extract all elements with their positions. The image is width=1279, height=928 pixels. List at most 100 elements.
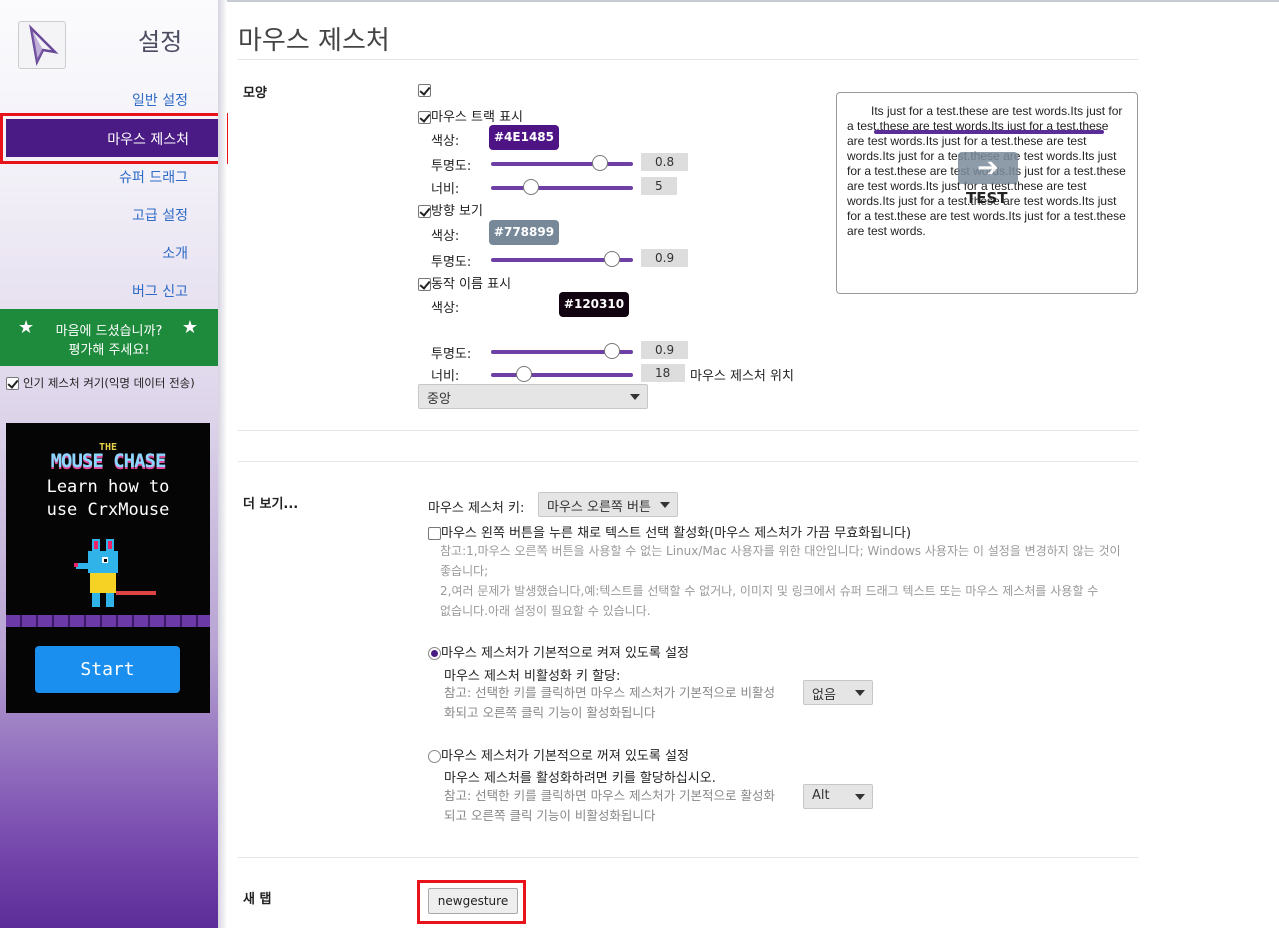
nav-super-drag[interactable]: 슈퍼 드래그: [119, 167, 188, 187]
left-select-checkbox[interactable]: [428, 527, 441, 540]
action-opacity-value: 0.9: [641, 341, 688, 359]
chevron-down-icon: [855, 794, 865, 800]
popular-gesture-toggle[interactable]: 인기 제스처 켜기(익명 데이터 전송): [6, 375, 195, 391]
action-width-value: 18: [641, 364, 685, 382]
mouse-character-icon: [74, 539, 156, 607]
direction-opacity-label: 투명도:: [431, 255, 472, 270]
action-color-picker[interactable]: #120310: [559, 292, 629, 317]
enable-key-note: 참고: 선택한 키를 클릭하면 마우스 제스처가 기본적으로 활성화 되고 오른…: [444, 786, 775, 826]
divider: [238, 461, 1138, 462]
note-line: 참고: 선택한 키를 클릭하면 마우스 제스처가 기본적으로 활성화: [444, 788, 776, 803]
appearance-enable-checkbox[interactable]: [418, 84, 431, 97]
default-on-radio[interactable]: [428, 647, 441, 660]
trail-width-knob[interactable]: [522, 179, 539, 195]
enable-key-select[interactable]: Alt: [803, 784, 873, 809]
action-name-checkbox[interactable]: [418, 278, 431, 291]
note-line: 화되고 오른쪽 클릭 기능이 활성화됩니다: [444, 705, 656, 720]
gesture-preview: Its just for a test.these are test words…: [836, 92, 1138, 294]
trail-width-label: 너비:: [431, 182, 460, 197]
section-more: 더 보기...: [243, 497, 299, 512]
cursor-logo-icon: [29, 24, 59, 66]
trail-width-value: 5: [641, 177, 677, 195]
ad-title: MOUSE CHASE: [50, 450, 167, 472]
note-line: 없습니다.아래 설정이 필요할 수 있습니다.: [440, 604, 651, 618]
gesture-position-select[interactable]: 중앙: [418, 384, 648, 409]
disable-key-select[interactable]: 없음: [803, 680, 873, 705]
trail-color-label: 색상:: [431, 134, 460, 149]
rate-line1: 마음에 드셨습니까?: [55, 324, 163, 339]
nav-advanced[interactable]: 고급 설정: [132, 205, 188, 225]
divider: [238, 430, 1138, 431]
nav-mouse-gesture[interactable]: 마우스 제스처: [6, 119, 219, 157]
default-on-label: 마우스 제스처가 기본적으로 켜져 있도록 설정: [441, 646, 689, 661]
action-name-toggle[interactable]: 동작 이름 표시: [418, 273, 511, 292]
action-width-slider[interactable]: [491, 366, 633, 382]
disable-key-label: 마우스 제스처 비활성화 키 할당:: [444, 669, 621, 684]
direction-label: 방향 보기: [431, 204, 483, 219]
trail-opacity-slider[interactable]: [491, 155, 633, 171]
app-logo: [18, 21, 66, 69]
newgesture-button[interactable]: newgesture: [428, 888, 518, 914]
gesture-key-label: 마우스 제스처 키:: [428, 501, 525, 516]
ad-start-button[interactable]: Start: [35, 646, 180, 693]
direction-color-label: 색상:: [431, 229, 460, 244]
chevron-down-icon: [630, 394, 640, 400]
arrow-right-icon: ➔: [958, 152, 1018, 184]
direction-opacity-slider[interactable]: [491, 251, 633, 267]
section-new-tab: 새 탭: [243, 892, 272, 907]
sidebar-shadow: [218, 0, 227, 928]
default-off-radio[interactable]: [428, 750, 441, 763]
divider: [238, 59, 1138, 60]
action-opacity-slider[interactable]: [491, 343, 633, 359]
popular-gesture-checkbox[interactable]: [6, 376, 19, 390]
direction-opacity-value: 0.9: [641, 249, 688, 267]
page-title: 마우스 제스처: [238, 26, 390, 56]
enable-key-value: Alt: [812, 788, 830, 803]
ad-tagline: Learn how to use CrxMouse: [6, 476, 210, 522]
trail-label: 마우스 트랙 표시: [431, 110, 523, 125]
enable-key-label: 마우스 제스처를 활성화하려면 키를 할당하십시오.: [444, 771, 716, 786]
rate-line2: 평가해 주세요!: [68, 343, 150, 358]
action-opacity-label: 투명도:: [431, 347, 472, 362]
default-off-label: 마우스 제스처가 기본적으로 꺼져 있도록 설정: [441, 749, 689, 764]
trail-color-picker[interactable]: #4E1485: [489, 125, 559, 150]
gesture-key-select[interactable]: 마우스 오른쪽 버튼: [538, 492, 678, 517]
left-select-label: 마우스 왼쪽 버튼을 누른 채로 텍스트 선택 활성화(마우스 제스처가 가끔 …: [441, 526, 912, 541]
direction-checkbox[interactable]: [418, 205, 431, 218]
direction-opacity-knob[interactable]: [604, 251, 621, 267]
nav-bug-report[interactable]: 버그 신고: [132, 281, 188, 301]
trail-toggle[interactable]: 마우스 트랙 표시: [418, 106, 523, 125]
gesture-key-value: 마우스 오른쪽 버튼: [547, 500, 651, 515]
trail-opacity-value: 0.8: [641, 153, 688, 171]
action-opacity-knob[interactable]: [604, 343, 621, 359]
sidebar: 설정 일반 설정 마우스 제스처 슈퍼 드래그 고급 설정 소개 버그 신고 ★…: [0, 0, 228, 928]
chevron-down-icon: [855, 690, 865, 696]
default-off-option[interactable]: 마우스 제스처가 기본적으로 꺼져 있도록 설정: [428, 745, 689, 764]
gesture-position-label: 마우스 제스처 위치: [690, 369, 794, 384]
divider: [238, 857, 1138, 858]
action-name-label: 동작 이름 표시: [431, 277, 512, 292]
mouse-chase-ad[interactable]: THE MOUSE CHASE Learn how to use CrxMous…: [6, 423, 210, 713]
action-width-knob[interactable]: [516, 366, 533, 382]
note-line: 2,여러 문제가 발생했습니다,예:텍스트를 선택할 수 없거나, 이미지 및 …: [440, 584, 1099, 598]
direction-toggle[interactable]: 방향 보기: [418, 200, 483, 219]
disable-key-note: 참고: 선택한 키를 클릭하면 마우스 제스처가 기본적으로 비활성 화되고 오…: [444, 683, 775, 723]
left-select-toggle[interactable]: 마우스 왼쪽 버튼을 누른 채로 텍스트 선택 활성화(마우스 제스처가 가끔 …: [428, 522, 911, 541]
default-on-option[interactable]: 마우스 제스처가 기본적으로 켜져 있도록 설정: [428, 642, 689, 661]
gesture-position-value: 중앙: [427, 392, 451, 407]
rate-banner[interactable]: ★ ★ 마음에 드셨습니까? 평가해 주세요!: [0, 309, 218, 366]
preview-trail: [874, 130, 1104, 134]
trail-checkbox[interactable]: [418, 111, 431, 124]
note-line: 좋습니다;: [440, 564, 489, 578]
disable-key-value: 없음: [812, 688, 836, 703]
action-width-label: 너비:: [431, 369, 460, 384]
action-color-label: 색상:: [431, 301, 460, 316]
nav-about[interactable]: 소개: [162, 243, 188, 263]
chevron-down-icon: [660, 502, 670, 508]
ad-line1: Learn how to: [46, 477, 170, 497]
nav-general[interactable]: 일반 설정: [132, 90, 188, 110]
popular-gesture-label: 인기 제스처 켜기(익명 데이터 전송): [23, 376, 195, 390]
trail-width-slider[interactable]: [491, 179, 633, 195]
trail-opacity-knob[interactable]: [591, 155, 608, 171]
direction-color-picker[interactable]: #778899: [489, 220, 559, 245]
